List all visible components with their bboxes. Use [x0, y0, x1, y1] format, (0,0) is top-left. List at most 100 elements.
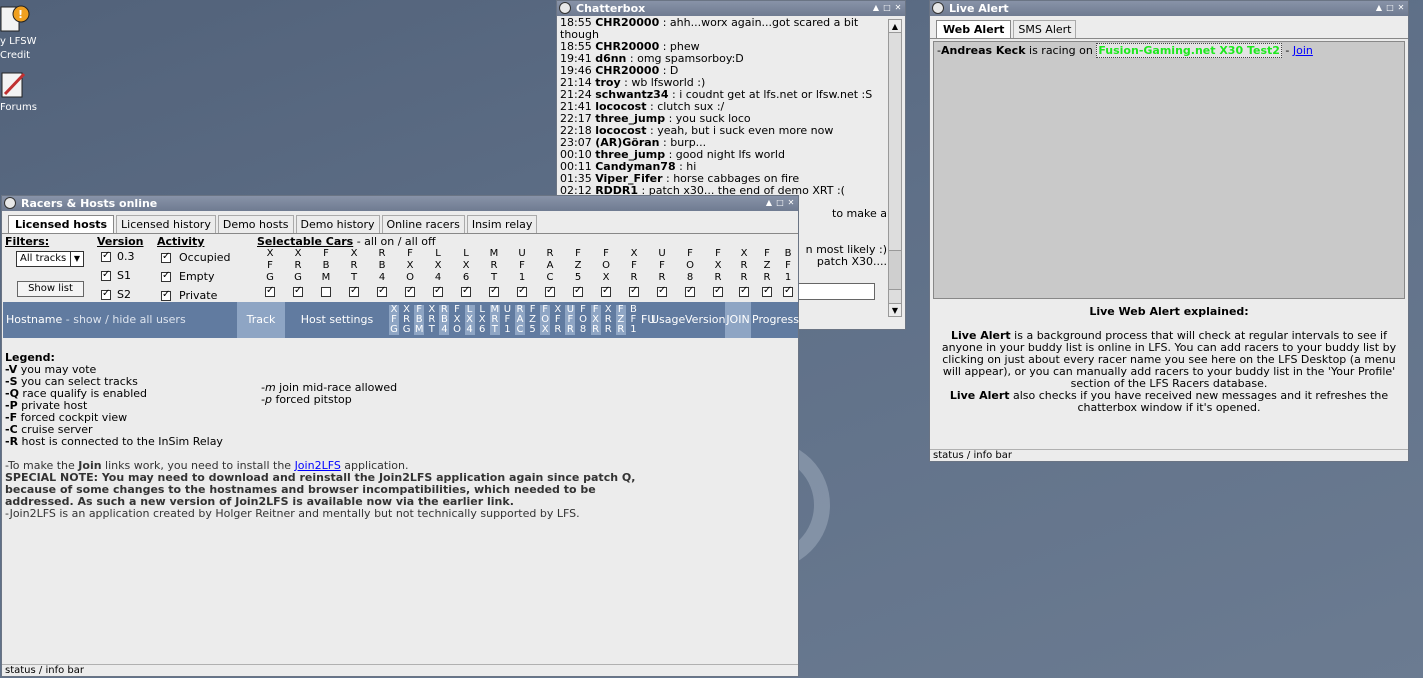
- car-filter[interactable]: XRR: [738, 248, 750, 298]
- car-checkbox[interactable]: [601, 285, 611, 297]
- car-code-letter: X: [294, 248, 302, 259]
- car-code-letter: Z: [763, 260, 771, 271]
- version-option-label: S1: [117, 269, 131, 282]
- desktop-icon-forums[interactable]: Forums: [0, 70, 48, 114]
- chat-scrollbar[interactable]: ▲ ▼: [888, 19, 902, 317]
- close-icon[interactable]: ✕: [1396, 3, 1406, 13]
- car-checkbox[interactable]: [713, 285, 723, 297]
- car-filter[interactable]: RAC: [544, 248, 556, 298]
- track-header[interactable]: Track: [237, 302, 285, 338]
- checkbox[interactable]: [101, 250, 111, 262]
- car-filter[interactable]: RB4: [376, 248, 388, 298]
- legend-secondary: -m join mid-race allowed -p forced pitsto…: [261, 382, 397, 406]
- car-filter[interactable]: FXR: [712, 248, 724, 298]
- chatterbox-titlebar[interactable]: Chatterbox ▲ □ ✕: [557, 1, 905, 16]
- car-filter[interactable]: UFR: [656, 248, 668, 298]
- car-filter[interactable]: MRT: [488, 248, 500, 298]
- close-icon[interactable]: ✕: [786, 198, 796, 208]
- car-code-letter: X: [350, 248, 358, 259]
- desktop-icon-lfsw-credit[interactable]: ! y LFSW Credit: [0, 4, 48, 62]
- car-checkbox[interactable]: [762, 285, 772, 297]
- car-filter[interactable]: LX4: [432, 248, 444, 298]
- checkbox[interactable]: [161, 251, 171, 263]
- car-checkbox[interactable]: [545, 285, 555, 297]
- scroll-up-icon[interactable]: ▲: [889, 20, 901, 33]
- car-checkbox[interactable]: [433, 285, 443, 297]
- checkbox[interactable]: [161, 289, 171, 301]
- car-filter[interactable]: XFR: [628, 248, 640, 298]
- activity-option[interactable]: Occupied: [161, 251, 231, 264]
- tab-licensed-hosts[interactable]: Licensed hosts: [8, 215, 115, 233]
- desktop-icon-label: Forums: [0, 102, 37, 113]
- tab-licensed-history[interactable]: Licensed history: [116, 215, 216, 233]
- car-checkbox[interactable]: [573, 285, 583, 297]
- car-filter[interactable]: FXO: [404, 248, 416, 298]
- car-filter[interactable]: XRG: [292, 248, 304, 298]
- car-checkbox[interactable]: [265, 285, 275, 297]
- car-filter[interactable]: XRT: [348, 248, 360, 298]
- checkbox[interactable]: [161, 270, 171, 282]
- racer-name[interactable]: Andreas Keck: [941, 44, 1026, 57]
- car-filter[interactable]: FOX: [600, 248, 612, 298]
- chat-username[interactable]: CHR20000: [595, 16, 659, 29]
- checkbox[interactable]: [101, 269, 111, 281]
- car-column-header: RAC: [515, 305, 525, 335]
- chat-input[interactable]: [797, 283, 875, 300]
- car-checkbox[interactable]: [739, 285, 749, 297]
- car-code-letter: T: [350, 272, 358, 283]
- car-checkbox[interactable]: [377, 285, 387, 297]
- tracks-select[interactable]: All tracks ▼: [16, 251, 84, 267]
- car-filter[interactable]: BF1: [782, 248, 794, 298]
- car-checkbox[interactable]: [685, 285, 695, 297]
- car-checkbox[interactable]: [629, 285, 639, 297]
- show-hide-users-link[interactable]: - show / hide all users: [62, 313, 186, 326]
- tab-sms-alert[interactable]: SMS Alert: [1013, 20, 1077, 38]
- minimize-icon[interactable]: ▲: [1374, 3, 1384, 13]
- car-checkbox[interactable]: [657, 285, 667, 297]
- racers-titlebar[interactable]: Racers & Hosts online ▲ □ ✕: [2, 196, 798, 211]
- car-code-letter: X: [266, 248, 274, 259]
- chat-message: 18:55 CHR20000 : ahh...worx again...got …: [560, 17, 890, 29]
- join-link[interactable]: Join: [1293, 44, 1313, 57]
- activity-option[interactable]: Private: [161, 289, 217, 302]
- server-name[interactable]: Fusion-Gaming.net X30 Test2: [1096, 43, 1282, 58]
- maximize-icon[interactable]: □: [775, 198, 785, 208]
- car-column-header: XRR: [603, 305, 613, 335]
- tab-insim-relay[interactable]: Insim relay: [466, 215, 538, 233]
- car-checkbox[interactable]: [517, 285, 527, 297]
- minimize-icon[interactable]: ▲: [764, 198, 774, 208]
- cars-allon-links[interactable]: - all on / all off: [353, 235, 436, 248]
- activity-option[interactable]: Empty: [161, 270, 214, 283]
- show-list-button[interactable]: Show list: [17, 281, 84, 297]
- car-checkbox[interactable]: [349, 285, 359, 297]
- checkbox[interactable]: [101, 288, 111, 300]
- tab-demo-hosts[interactable]: Demo hosts: [217, 215, 294, 233]
- car-filter[interactable]: FZ5: [572, 248, 584, 298]
- car-filter[interactable]: FO8: [684, 248, 696, 298]
- live-alert-titlebar[interactable]: Live Alert ▲ □ ✕: [930, 1, 1408, 16]
- car-col-letter: 4: [441, 324, 448, 335]
- car-checkbox[interactable]: [293, 285, 303, 297]
- car-filter[interactable]: LX6: [460, 248, 472, 298]
- scroll-thumb[interactable]: [889, 250, 901, 290]
- version-option[interactable]: S2: [101, 288, 131, 301]
- car-checkbox[interactable]: [321, 287, 331, 297]
- minimize-icon[interactable]: ▲: [871, 3, 881, 13]
- maximize-icon[interactable]: □: [1385, 3, 1395, 13]
- car-filter[interactable]: XFG: [264, 248, 276, 298]
- car-checkbox[interactable]: [489, 285, 499, 297]
- scroll-down-icon[interactable]: ▼: [889, 303, 901, 316]
- car-checkbox[interactable]: [461, 285, 471, 297]
- car-filter[interactable]: FBM: [320, 248, 332, 298]
- tab-demo-history[interactable]: Demo history: [295, 215, 380, 233]
- version-option[interactable]: 0.3: [101, 250, 135, 263]
- car-checkbox[interactable]: [783, 285, 793, 297]
- tab-online-racers[interactable]: Online racers: [381, 215, 465, 233]
- car-filter[interactable]: UF1: [516, 248, 528, 298]
- version-option[interactable]: S1: [101, 269, 131, 282]
- car-checkbox[interactable]: [405, 285, 415, 297]
- maximize-icon[interactable]: □: [882, 3, 892, 13]
- close-icon[interactable]: ✕: [893, 3, 903, 13]
- car-filter[interactable]: FZR: [761, 248, 773, 298]
- tab-web-alert[interactable]: Web Alert: [936, 20, 1012, 38]
